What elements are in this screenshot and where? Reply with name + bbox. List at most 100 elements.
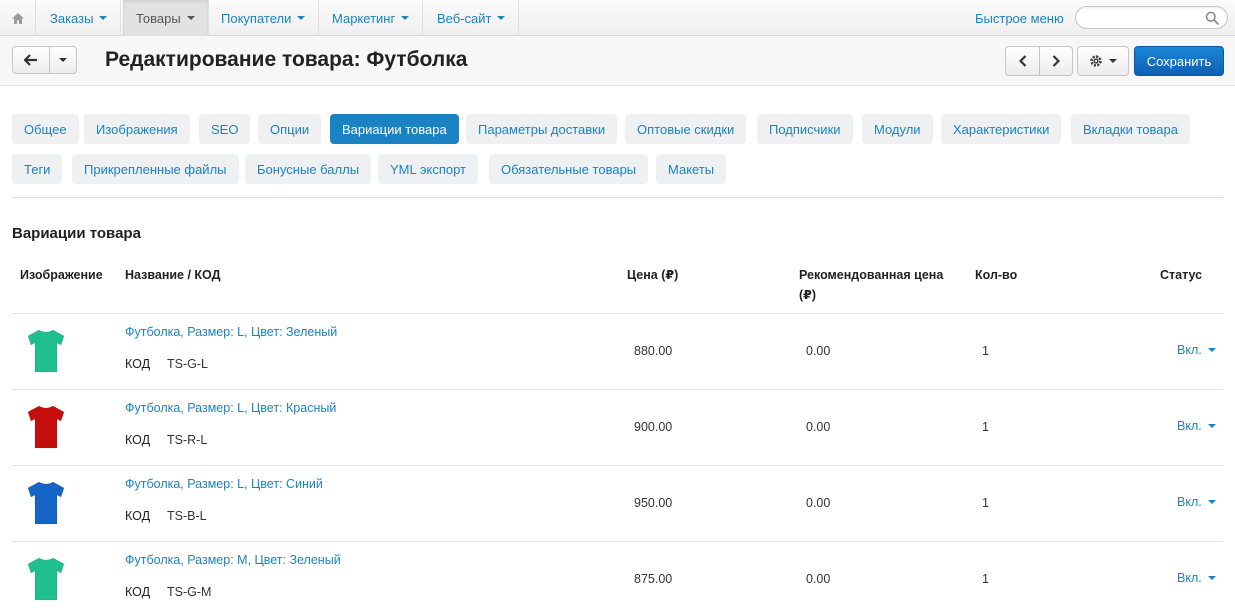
variant-recommended-price: 0.00	[806, 496, 831, 510]
status-dropdown[interactable]: Вкл.	[1177, 343, 1216, 357]
col-header-image: Изображение	[20, 268, 103, 282]
gear-icon	[1090, 55, 1102, 67]
variant-recommended-price: 0.00	[806, 420, 831, 434]
variant-name-link[interactable]: Футболка, Размер: L, Цвет: Зеленый	[125, 325, 337, 339]
status-dropdown[interactable]: Вкл.	[1177, 495, 1216, 509]
chevron-down-icon	[297, 16, 306, 20]
tab-tags[interactable]: Теги	[12, 154, 63, 184]
col-header-recommended-price: Рекомендованная цена	[799, 268, 944, 282]
variant-code: TS-R-L	[167, 433, 208, 447]
tshirt-shape	[27, 481, 65, 525]
chevron-down-icon	[59, 58, 67, 62]
col-header-name: Название / КОД	[125, 268, 221, 282]
nav-orders[interactable]: Заказы	[37, 0, 122, 36]
variant-recommended-price: 0.00	[806, 344, 831, 358]
variant-price: 900.00	[634, 420, 673, 434]
status-dropdown[interactable]: Вкл.	[1177, 419, 1216, 433]
row-separator	[12, 313, 1223, 314]
chevron-down-icon	[1109, 59, 1117, 63]
variant-recommended-price: 0.00	[806, 572, 831, 586]
tab-product-tabs[interactable]: Вкладки товара	[1071, 114, 1190, 144]
status-dropdown[interactable]: Вкл.	[1177, 571, 1216, 585]
chevron-down-icon	[401, 16, 410, 20]
tab-seo[interactable]: SEO	[199, 114, 251, 144]
prev-product-button[interactable]	[1005, 46, 1040, 76]
back-dropdown-button[interactable]	[49, 46, 77, 74]
variant-name-link[interactable]: Футболка, Размер: L, Цвет: Синий	[125, 477, 323, 491]
settings-button[interactable]	[1077, 46, 1129, 76]
nav-products-label: Товары	[136, 10, 181, 26]
row-separator	[12, 389, 1223, 390]
row-separator	[12, 465, 1223, 466]
tab-attachments[interactable]: Прикрепленные файлы	[72, 154, 239, 184]
nav-marketing[interactable]: Маркетинг	[319, 0, 424, 36]
chevron-down-icon	[99, 16, 108, 20]
variant-price: 950.00	[634, 496, 673, 510]
status-label: Вкл.	[1177, 571, 1202, 585]
tab-modules[interactable]: Модули	[862, 114, 933, 144]
nav-marketing-label: Маркетинг	[332, 10, 396, 26]
tab-wholesale[interactable]: Оптовые скидки	[625, 114, 747, 144]
variant-name-link[interactable]: Футболка, Размер: L, Цвет: Красный	[125, 401, 336, 415]
search-box	[1075, 6, 1228, 29]
variant-price: 880.00	[634, 344, 673, 358]
tshirt-icon	[27, 481, 65, 525]
tab-subscribers[interactable]: Подписчики	[757, 114, 853, 144]
tab-options[interactable]: Опции	[258, 114, 322, 144]
tshirt-shape	[27, 329, 65, 373]
row-separator	[12, 541, 1223, 542]
col-header-price: Цена (₽)	[627, 268, 679, 282]
tab-shipping[interactable]: Параметры доставки	[466, 114, 618, 144]
chevron-left-icon	[1018, 55, 1026, 67]
nav-products[interactable]: Товары	[123, 0, 209, 36]
tab-images[interactable]: Изображения	[84, 114, 190, 144]
save-button[interactable]: Сохранить	[1134, 46, 1224, 76]
back-button[interactable]	[12, 46, 50, 74]
tab-general[interactable]: Общее	[12, 114, 79, 144]
variant-code: TS-G-M	[167, 585, 212, 599]
chevron-down-icon	[497, 16, 506, 20]
chevron-right-icon	[1052, 55, 1060, 67]
code-label: КОД	[125, 509, 151, 523]
variant-qty: 1	[982, 572, 989, 586]
search-input[interactable]	[1086, 7, 1206, 28]
section-title: Вариации товара	[12, 225, 141, 242]
page-title: Редактирование товара: Футболка	[105, 48, 468, 71]
nav-customers[interactable]: Покупатели	[208, 0, 320, 36]
tshirt-shape	[27, 405, 65, 449]
next-product-button[interactable]	[1039, 46, 1073, 76]
code-label: КОД	[125, 433, 151, 447]
home-button[interactable]	[0, 0, 36, 36]
variant-name-link[interactable]: Футболка, Размер: M, Цвет: Зеленый	[125, 553, 341, 567]
tshirt-shape	[27, 557, 65, 601]
tab-bonus-points[interactable]: Бонусные баллы	[245, 154, 372, 184]
tab-yml-export[interactable]: YML экспорт	[378, 154, 478, 184]
chevron-down-icon	[186, 16, 195, 20]
chevron-down-icon	[1207, 576, 1216, 580]
tshirt-icon	[27, 405, 65, 449]
col-header-status: Статус	[1160, 268, 1203, 282]
arrow-left-icon	[24, 54, 37, 66]
tab-variations[interactable]: Вариации товара	[330, 114, 459, 144]
nav-customers-label: Покупатели	[221, 10, 292, 26]
status-label: Вкл.	[1177, 343, 1202, 357]
nav-website[interactable]: Веб-сайт	[424, 0, 520, 36]
tab-features[interactable]: Характеристики	[941, 114, 1062, 144]
search-icon[interactable]	[1205, 11, 1219, 25]
status-label: Вкл.	[1177, 495, 1202, 509]
page-header: Редактирование товара: Футболка Сохранит…	[0, 36, 1235, 86]
tshirt-icon	[27, 557, 65, 601]
variant-qty: 1	[982, 344, 989, 358]
col-header-qty: Кол-во	[975, 268, 1018, 282]
tab-required-products[interactable]: Обязательные товары	[489, 154, 649, 184]
home-icon	[11, 12, 24, 24]
tab-layouts[interactable]: Макеты	[656, 154, 727, 184]
code-label: КОД	[125, 357, 151, 371]
tshirt-icon	[27, 329, 65, 373]
variant-price: 875.00	[634, 572, 673, 586]
chevron-down-icon	[1207, 348, 1216, 352]
tabs-divider	[12, 197, 1223, 198]
quick-menu-link[interactable]: Быстрое меню	[975, 0, 1064, 36]
top-navbar: Заказы Товары Покупатели Маркетинг Веб-с…	[0, 0, 1235, 36]
variant-qty: 1	[982, 420, 989, 434]
